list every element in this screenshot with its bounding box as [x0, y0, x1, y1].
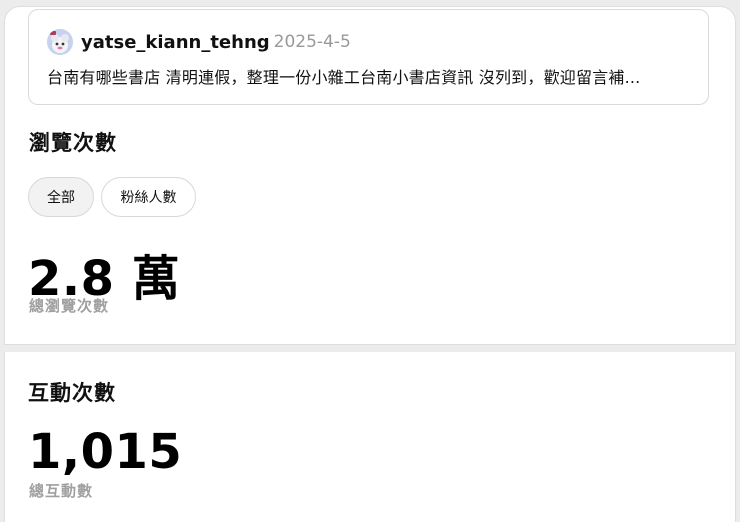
- views-total-label: 總瀏覽次數: [29, 297, 110, 315]
- post-date: 2025-4-5: [273, 32, 351, 52]
- interactions-total-label: 總互動數: [29, 482, 94, 500]
- post-username[interactable]: yatse_kiann_tehng: [81, 32, 270, 53]
- avatar-icon: [47, 29, 73, 55]
- insights-page: yatse_kiann_tehng 2025-4-5 台南有哪些書店 清明連假，…: [4, 0, 736, 522]
- post-text: 台南有哪些書店 清明連假，整理一份小雜工台南小書店資訊 沒列到，歡迎留言補...: [47, 68, 641, 87]
- views-section-title: 瀏覽次數: [29, 131, 117, 155]
- post-header: yatse_kiann_tehng 2025-4-5: [81, 29, 351, 55]
- insights-card: yatse_kiann_tehng 2025-4-5 台南有哪些書店 清明連假，…: [4, 6, 736, 345]
- filter-chip-followers[interactable]: 粉絲人數: [101, 177, 196, 217]
- interactions-card: 互動次數 1,015 總互動數: [4, 352, 736, 522]
- interactions-section-title: 互動次數: [28, 381, 116, 405]
- filter-chip-all[interactable]: 全部: [28, 177, 94, 217]
- avatar[interactable]: [47, 29, 73, 55]
- interactions-total-value: 1,015: [28, 424, 183, 480]
- post-preview-card[interactable]: yatse_kiann_tehng 2025-4-5 台南有哪些書店 清明連假，…: [28, 9, 709, 105]
